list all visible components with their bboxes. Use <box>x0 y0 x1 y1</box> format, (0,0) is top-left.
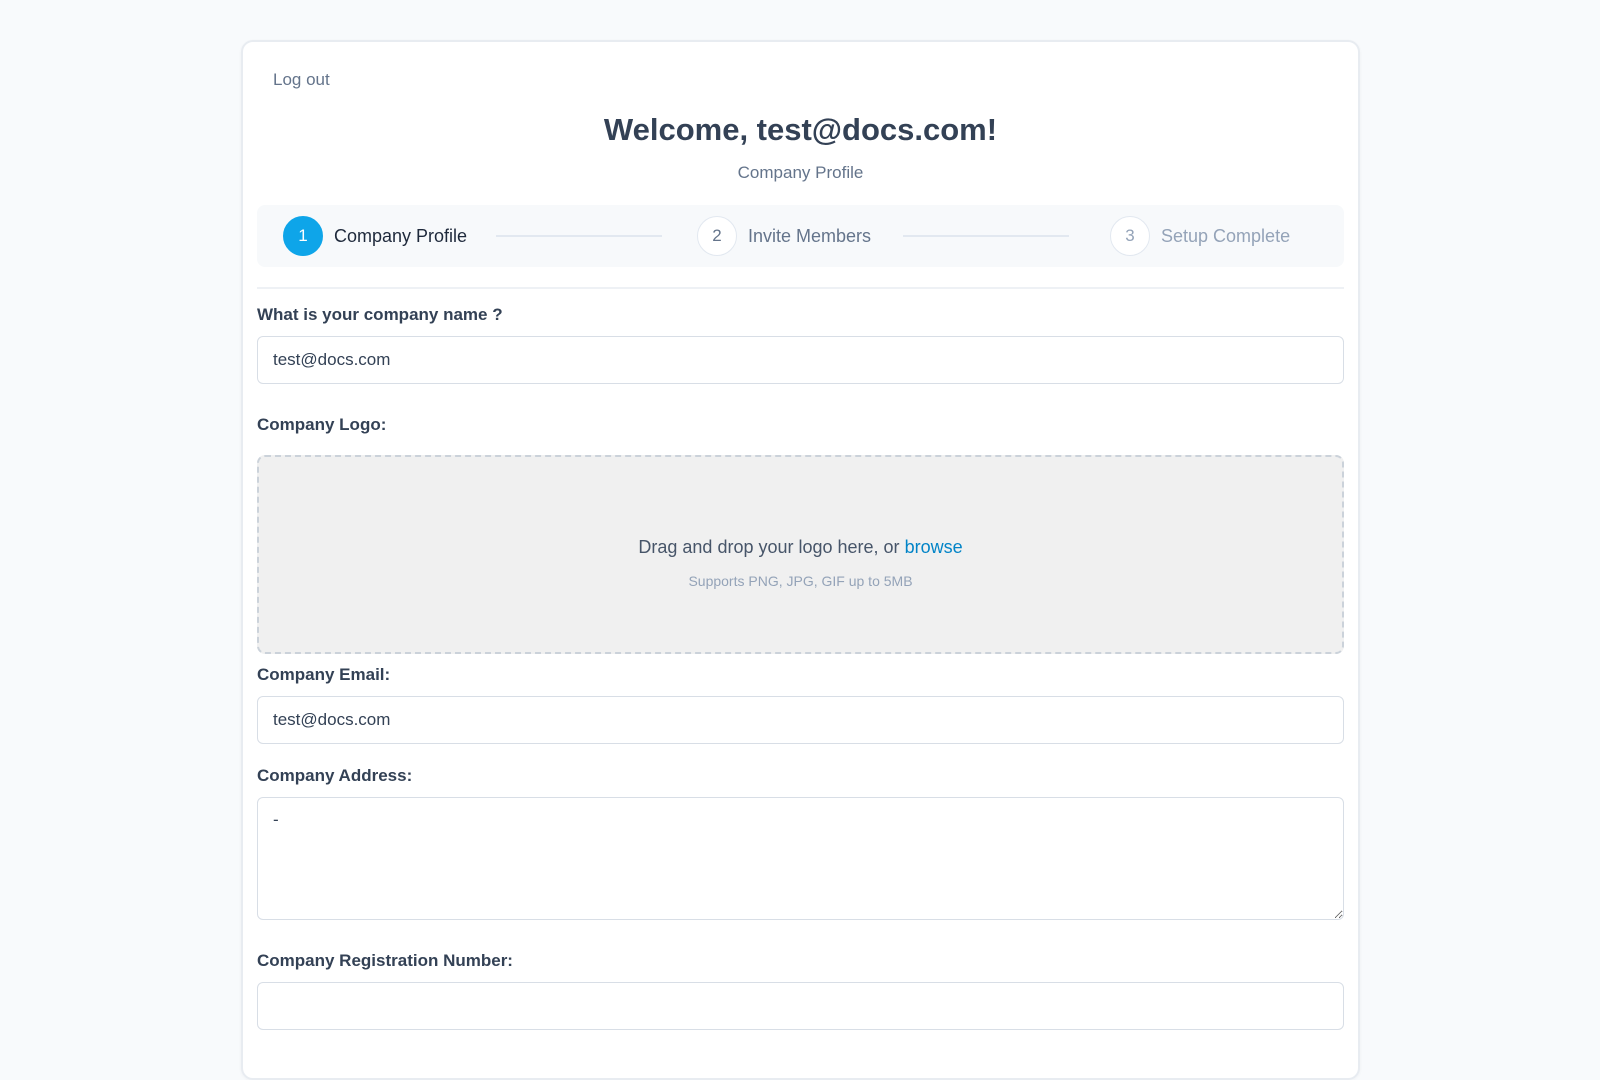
onboarding-card: Log out Welcome, test@docs.com! Company … <box>241 40 1360 1080</box>
company-address-label: Company Address: <box>257 766 413 785</box>
step-company-profile[interactable]: 1 Company Profile <box>283 215 467 257</box>
logout-button[interactable]: Log out <box>273 70 330 90</box>
page-title: Welcome, test@docs.com! <box>603 112 998 147</box>
registration-number-label: Company Registration Number: <box>257 951 513 970</box>
step-label: Invite Members <box>748 225 872 246</box>
dropzone-instruction: Drag and drop your logo here, or <box>638 537 900 557</box>
company-email-input[interactable] <box>257 696 1344 744</box>
page-subtitle: Company Profile <box>737 163 864 182</box>
company-logo-label: Company Logo: <box>257 415 387 434</box>
dropzone-text: Drag and drop your logo here, or browse <box>259 537 1342 558</box>
step-number-badge: 3 <box>1110 216 1150 256</box>
step-invite-members[interactable]: 2 Invite Members <box>697 215 871 257</box>
registration-number-input[interactable] <box>257 982 1344 1030</box>
step-number-badge: 1 <box>283 216 323 256</box>
dropzone-hint: Supports PNG, JPG, GIF up to 5MB <box>688 573 913 589</box>
company-name-input[interactable] <box>257 336 1344 384</box>
step-setup-complete[interactable]: 3 Setup Complete <box>1110 215 1290 257</box>
setup-stepper: 1 Company Profile 2 Invite Members 3 Set… <box>257 205 1344 267</box>
browse-link[interactable]: browse <box>905 537 963 557</box>
step-label: Setup Complete <box>1161 225 1291 246</box>
step-connector <box>496 235 662 237</box>
step-number-badge: 2 <box>697 216 737 256</box>
step-connector <box>903 235 1069 237</box>
company-address-textarea[interactable]: - <box>257 797 1344 920</box>
section-divider <box>257 287 1344 289</box>
logo-dropzone[interactable]: Drag and drop your logo here, or browse … <box>257 455 1344 654</box>
step-label: Company Profile <box>334 225 468 246</box>
company-name-label: What is your company name ? <box>257 305 503 324</box>
company-email-label: Company Email: <box>257 665 391 684</box>
